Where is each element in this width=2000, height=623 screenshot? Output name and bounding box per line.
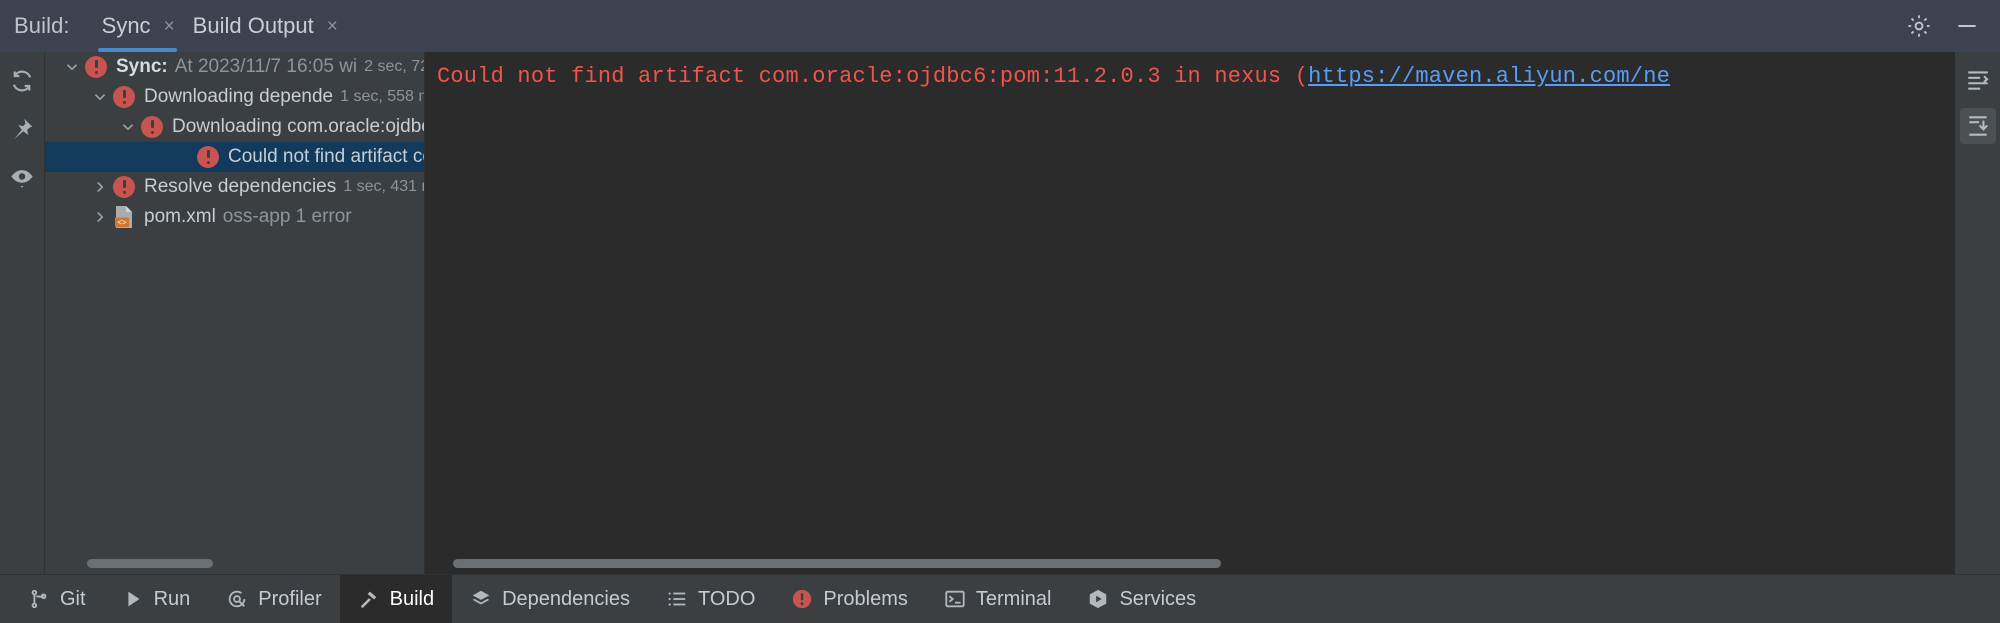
status-item-label: Git	[60, 587, 86, 610]
console-url-link[interactable]: https://maven.aliyun.com/ne	[1308, 64, 1670, 89]
tab-build-output-label: Build Output	[192, 13, 314, 38]
status-item-profiler[interactable]: Profiler	[208, 575, 339, 623]
tree-row[interactable]: Resolve dependencies 1 sec, 431 ms	[45, 172, 424, 202]
status-item-label: Run	[153, 587, 191, 610]
chevron-down-icon[interactable]	[87, 88, 113, 106]
status-item-services[interactable]: Services	[1069, 575, 1214, 623]
tree-row-subtitle: At 2023/11/7 16:05 wi	[174, 56, 358, 77]
minimize-icon[interactable]	[1954, 13, 1980, 39]
pin-icon[interactable]	[5, 112, 39, 146]
error-icon	[113, 86, 135, 108]
scroll-to-end-icon[interactable]	[1959, 108, 1996, 144]
tab-build-output[interactable]: Build Output ×	[183, 0, 346, 52]
svg-text:<>: <>	[117, 218, 127, 227]
status-item-label: Dependencies	[502, 587, 630, 610]
console-message-text: Could not find artifact com.oracle:ojdbc…	[437, 64, 1309, 89]
tree-row-title: Resolve dependencies	[144, 176, 337, 197]
services-icon	[1087, 588, 1109, 610]
chevron-down-icon[interactable]	[115, 118, 141, 136]
error-icon	[85, 56, 107, 78]
tree-row[interactable]: Downloading com.oracle:ojdbc6::	[45, 112, 424, 142]
chevron-down-icon[interactable]	[59, 58, 85, 76]
status-item-todo[interactable]: TODO	[648, 575, 773, 623]
status-item-label: Terminal	[975, 587, 1052, 610]
status-item-git[interactable]: Git	[10, 575, 104, 623]
list-icon	[666, 588, 688, 610]
tab-sync[interactable]: Sync ×	[92, 0, 183, 52]
console-right-toolbar	[1955, 52, 2000, 574]
tree-row[interactable]: Sync: At 2023/11/7 16:05 wi 2 sec, 72 ms	[45, 52, 424, 82]
tree-row-duration: 1 sec, 431 ms	[343, 178, 424, 195]
tree-row[interactable]: <> pom.xml oss-app 1 error	[45, 202, 424, 232]
gear-icon[interactable]	[1906, 13, 1932, 39]
close-icon[interactable]: ×	[327, 17, 338, 36]
error-icon	[791, 588, 813, 610]
layers-icon	[470, 588, 492, 610]
build-tree-panel[interactable]: Sync: At 2023/11/7 16:05 wi 2 sec, 72 ms Do…	[45, 52, 425, 574]
status-item-dependencies[interactable]: Dependencies	[452, 575, 648, 623]
build-console[interactable]: Could not find artifact com.oracle:ojdbc…	[425, 52, 1955, 574]
tree-row-title: Could not find artifact com.or	[228, 146, 424, 167]
status-item-problems[interactable]: Problems	[773, 575, 925, 623]
tree-row[interactable]: Could not find artifact com.or	[45, 142, 424, 172]
build-header: Build: Sync × Build Output ×	[0, 0, 2000, 52]
status-item-label: Build	[389, 587, 435, 610]
status-item-terminal[interactable]: Terminal	[926, 575, 1070, 623]
error-icon	[141, 116, 163, 138]
tree-row-duration: 1 sec, 558 ms	[340, 88, 424, 105]
tab-sync-label: Sync	[101, 13, 151, 38]
build-body: Sync: At 2023/11/7 16:05 wi 2 sec, 72 ms Do…	[0, 52, 2000, 574]
tree-row[interactable]: Downloading depende 1 sec, 558 ms	[45, 82, 424, 112]
console-horizontal-scrollbar[interactable]	[453, 559, 1221, 568]
build-label: Build:	[14, 13, 70, 38]
build-tree: Sync: At 2023/11/7 16:05 wi 2 sec, 72 ms Do…	[45, 52, 424, 232]
tree-horizontal-scrollbar[interactable]	[87, 559, 213, 568]
status-item-label: Profiler	[258, 587, 322, 610]
xml-file-icon: <>	[113, 205, 135, 229]
tree-row-duration: 2 sec, 72 ms	[364, 58, 424, 75]
tree-row-title: Downloading com.oracle:ojdbc6::	[172, 116, 424, 137]
build-left-toolbar	[0, 52, 45, 574]
chevron-right-icon[interactable]	[87, 178, 113, 196]
chevron-right-icon[interactable]	[87, 208, 113, 226]
status-item-label: Services	[1119, 587, 1197, 610]
tree-row-title: pom.xml	[144, 206, 216, 227]
error-icon	[113, 176, 135, 198]
refresh-icon[interactable]	[5, 64, 39, 98]
profiler-icon	[226, 588, 248, 610]
expand-rows-icon[interactable]	[1960, 62, 1996, 98]
play-icon	[122, 588, 144, 610]
bottom-tool-window-bar: Git Run Profiler Build Dependencies TODO Probl…	[0, 574, 2000, 623]
tree-row-subtitle: oss-app 1 error	[222, 206, 352, 227]
terminal-icon	[944, 588, 966, 610]
tree-row-title: Downloading depende	[144, 86, 334, 107]
console-error-message: Could not find artifact com.oracle:ojdbc…	[425, 52, 1955, 89]
header-actions	[1906, 0, 2000, 52]
status-item-label: Problems	[823, 587, 908, 610]
status-item-label: TODO	[697, 587, 756, 610]
status-item-run[interactable]: Run	[104, 575, 209, 623]
git-branch-icon	[28, 588, 50, 610]
build-tool-window: Build: Sync × Build Output × Sync: At 20…	[0, 0, 2000, 623]
error-icon	[197, 146, 219, 168]
eye-icon[interactable]	[5, 160, 39, 194]
tree-row-title: Sync:	[116, 56, 168, 77]
close-icon[interactable]: ×	[164, 17, 175, 36]
status-item-build[interactable]: Build	[339, 575, 453, 623]
hammer-icon	[358, 588, 380, 610]
